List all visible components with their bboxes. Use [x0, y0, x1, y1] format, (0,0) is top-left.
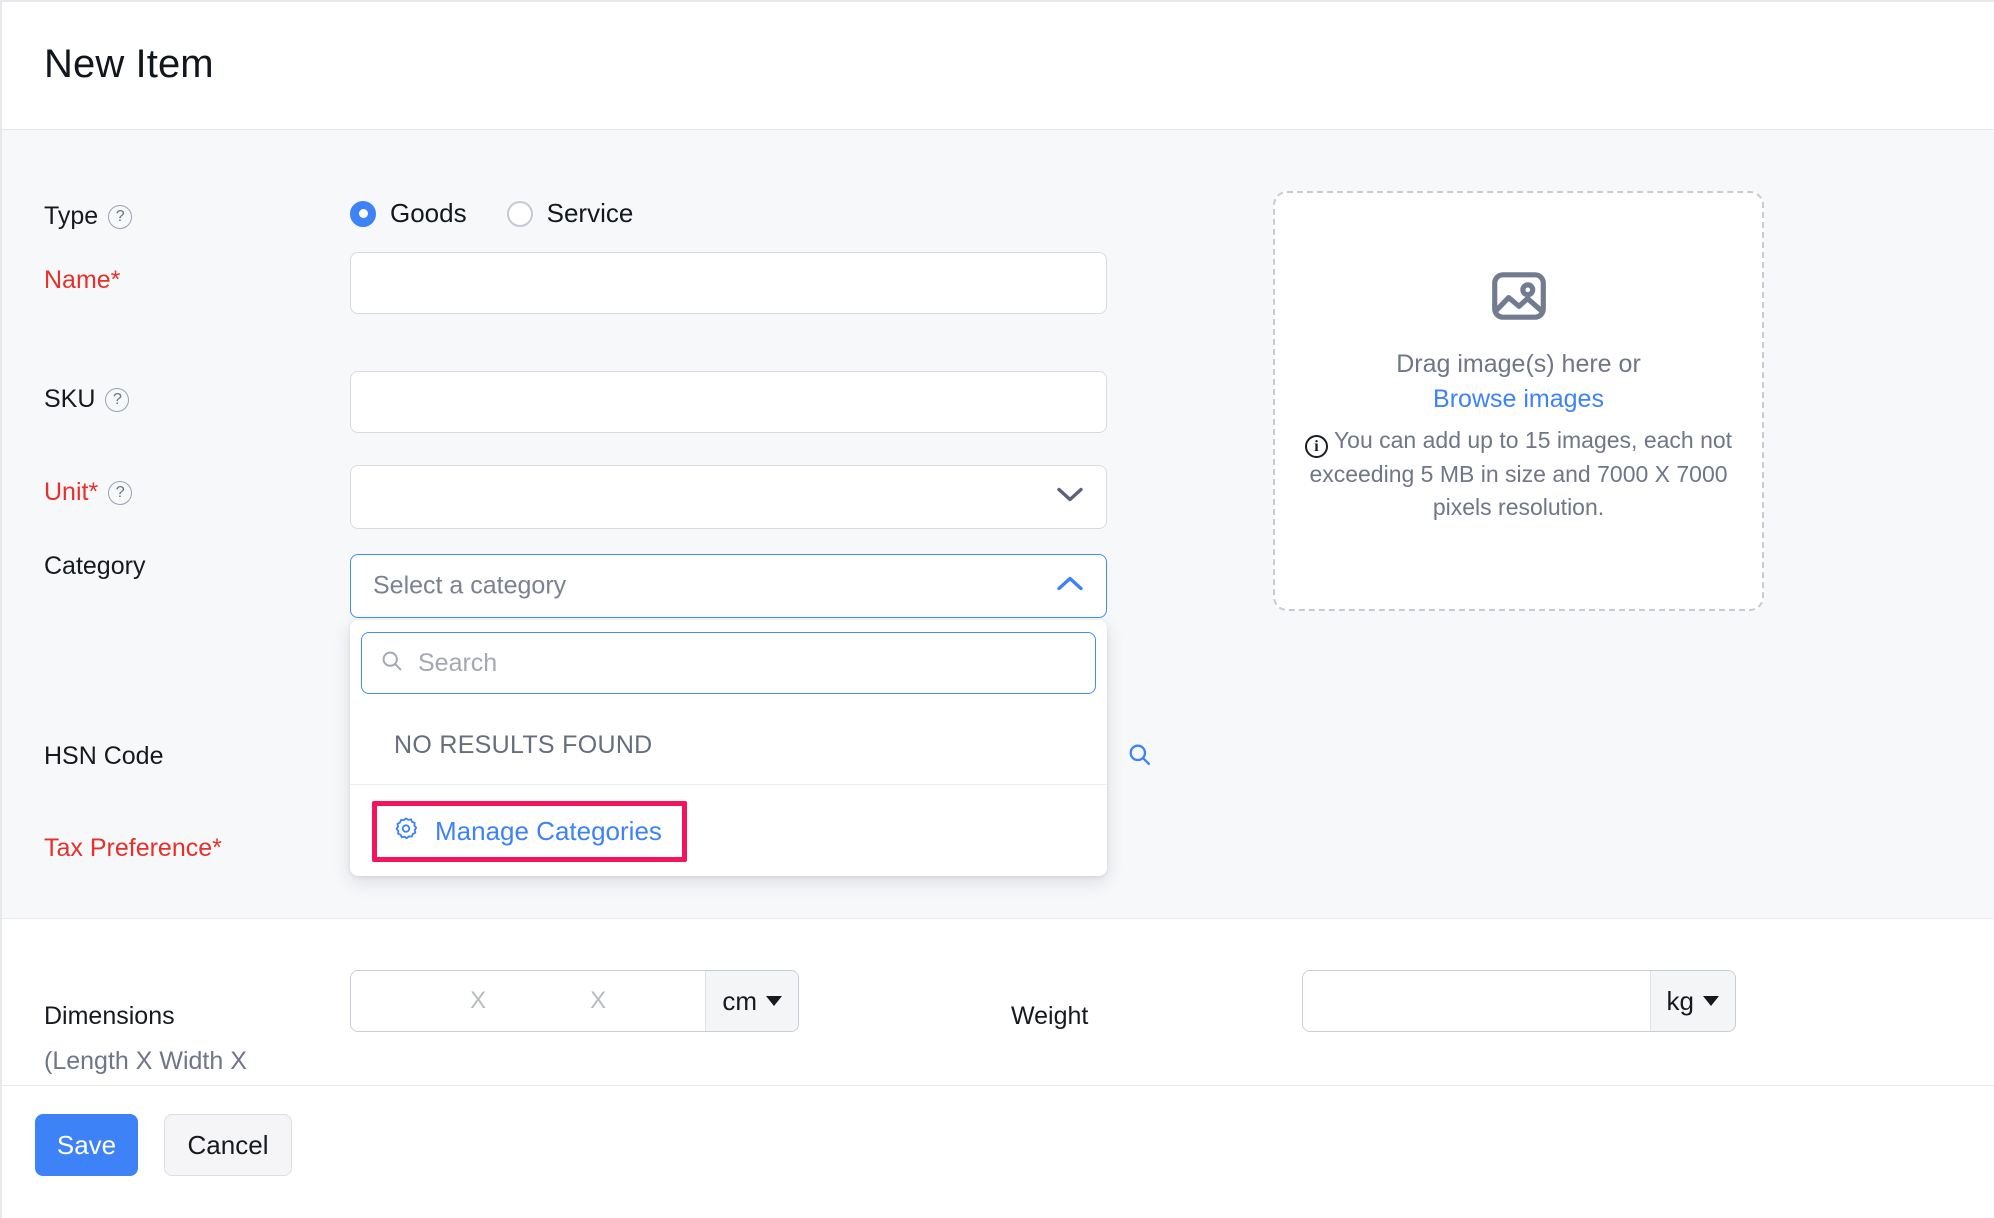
- chevron-up-icon[interactable]: [1056, 575, 1084, 598]
- page-header: New Item: [2, 2, 1994, 130]
- gear-icon: [393, 816, 419, 847]
- category-placeholder: Select a category: [373, 571, 567, 600]
- name-input[interactable]: [350, 252, 1107, 314]
- sku-label-text: SKU: [44, 385, 96, 413]
- footer-bar: Save Cancel: [2, 1085, 1994, 1218]
- radio-dot-service[interactable]: [506, 200, 533, 227]
- tax-preference-label: Tax Preference*: [44, 834, 222, 863]
- dropzone-note: i You can add up to 15 images, each not e…: [1284, 424, 1754, 523]
- save-button[interactable]: Save: [35, 1114, 138, 1176]
- dimension-width-input[interactable]: [495, 985, 581, 1017]
- search-icon[interactable]: [1127, 742, 1153, 773]
- image-placeholder-icon: [1488, 265, 1550, 332]
- dimensions-label: Dimensions: [44, 1002, 175, 1030]
- weight-field[interactable]: [1303, 971, 1650, 1031]
- info-icon: i: [1304, 435, 1328, 458]
- name-label-text: Name*: [44, 266, 121, 294]
- dimensions-fields[interactable]: X X: [351, 971, 706, 1031]
- new-item-page: New Item Type ? Goods Service Name* SKU …: [0, 0, 1994, 1218]
- radio-label-service: Service: [546, 198, 634, 228]
- search-icon: [380, 649, 404, 678]
- caret-down-icon: [1703, 996, 1719, 1006]
- question-mark-icon[interactable]: ?: [108, 480, 133, 505]
- type-radio-group[interactable]: Goods Service: [350, 198, 633, 229]
- radio-option-goods[interactable]: Goods: [350, 198, 467, 229]
- question-mark-icon[interactable]: ?: [108, 204, 133, 229]
- page-title: New Item: [44, 42, 214, 86]
- sku-input[interactable]: [350, 371, 1107, 433]
- weight-input-group[interactable]: kg: [1302, 970, 1736, 1032]
- manage-categories-button[interactable]: Manage Categories: [372, 800, 687, 862]
- hsn-code-label: HSN Code: [44, 742, 164, 771]
- dropzone-drag-text: Drag image(s) here or: [1396, 350, 1641, 378]
- sku-label: SKU ?: [44, 385, 130, 414]
- unit-select[interactable]: [350, 465, 1107, 529]
- tax-preference-label-text: Tax Preference*: [44, 834, 222, 862]
- unit-label: Unit* ?: [44, 478, 133, 507]
- radio-dot-goods[interactable]: [350, 200, 376, 227]
- category-dropdown-panel: Search NO RESULTS FOUND Manage Categorie…: [350, 620, 1107, 876]
- type-label-text: Type: [44, 202, 99, 230]
- question-mark-icon[interactable]: ?: [105, 387, 130, 412]
- weight-unit-value: kg: [1666, 985, 1694, 1016]
- category-label: Category: [44, 552, 145, 581]
- type-label: Type ?: [44, 202, 133, 231]
- dimension-separator-2: X: [590, 987, 607, 1014]
- caret-down-icon: [766, 996, 782, 1006]
- radio-label-goods: Goods: [390, 198, 467, 228]
- dimension-height-input[interactable]: [615, 985, 701, 1017]
- chevron-down-icon: [1056, 486, 1084, 509]
- category-label-text: Category: [44, 552, 146, 580]
- category-search-box[interactable]: Search: [361, 632, 1096, 694]
- manage-categories-label: Manage Categories: [435, 815, 662, 846]
- category-search-placeholder: Search: [418, 648, 498, 677]
- manage-categories-row: Manage Categories: [350, 786, 1107, 876]
- dimensions-unit-dropdown[interactable]: cm: [705, 971, 798, 1031]
- cancel-button[interactable]: Cancel: [164, 1114, 292, 1176]
- weight-unit-dropdown[interactable]: kg: [1649, 971, 1735, 1031]
- dimension-length-input[interactable]: [355, 985, 461, 1017]
- image-dropzone[interactable]: Drag image(s) here or Browse images i You…: [1273, 191, 1764, 611]
- unit-label-text: Unit*: [44, 478, 99, 506]
- browse-images-link[interactable]: Browse images: [1433, 385, 1604, 414]
- weight-label: Weight: [1011, 1002, 1089, 1030]
- weight-input[interactable]: [1303, 971, 1650, 1031]
- hsn-code-label-text: HSN Code: [44, 742, 164, 770]
- dimensions-sublabel: (Length X Width X: [44, 1047, 247, 1075]
- dimension-separator-1: X: [470, 987, 487, 1014]
- name-label: Name*: [44, 266, 120, 295]
- category-no-results: NO RESULTS FOUND: [350, 706, 1107, 785]
- dimensions-input-group[interactable]: X X cm: [350, 970, 799, 1032]
- dimensions-unit-value: cm: [722, 985, 757, 1016]
- dropzone-note-text: You can add up to 15 images, each not ex…: [1309, 427, 1733, 520]
- radio-option-service[interactable]: Service: [506, 198, 634, 229]
- category-select[interactable]: Select a category: [350, 554, 1107, 618]
